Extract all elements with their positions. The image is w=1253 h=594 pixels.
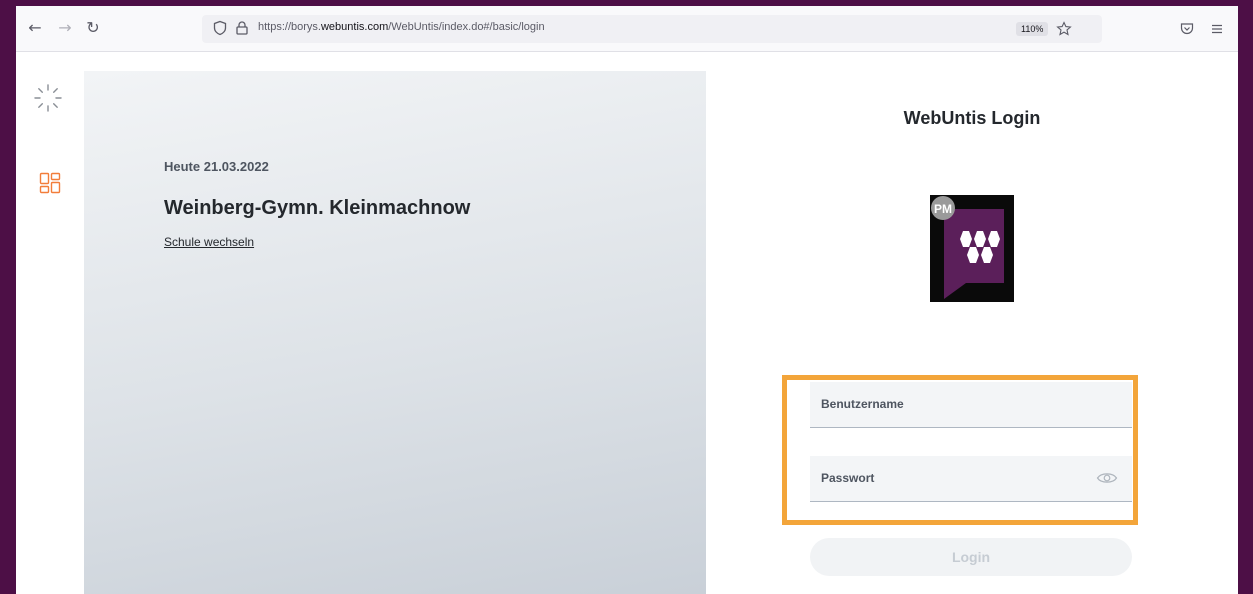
shield-icon[interactable]	[212, 20, 228, 36]
username-placeholder: Benutzername	[821, 397, 904, 411]
reload-icon[interactable]: ↻	[82, 17, 104, 39]
login-title: WebUntis Login	[903, 108, 1041, 128]
app-sidebar	[16, 52, 84, 594]
browser-toolbar: ← → ↻ https://borys.webuntis.com/WebUnti…	[16, 6, 1238, 52]
current-date: Heute 21.03.2022	[164, 159, 269, 174]
eye-icon[interactable]	[1096, 470, 1118, 486]
url-prefix: https://borys.	[258, 21, 321, 33]
url-bar[interactable]: https://borys.webuntis.com/WebUntis/inde…	[202, 15, 1102, 43]
password-field[interactable]: Passwort	[810, 456, 1132, 502]
pocket-icon[interactable]	[1180, 22, 1194, 36]
school-info-panel: Heute 21.03.2022 Weinberg-Gymn. Kleinmac…	[84, 71, 706, 594]
school-name: Weinberg-Gymn. Kleinmachnow	[164, 197, 471, 219]
url-path: /WebUntis/index.do#/basic/login	[388, 21, 545, 33]
school-logo: PM	[930, 195, 1014, 302]
zoom-indicator[interactable]: 110%	[1016, 22, 1049, 36]
login-button[interactable]: Login	[810, 538, 1132, 576]
star-icon[interactable]	[1056, 21, 1072, 37]
password-placeholder: Passwort	[821, 471, 875, 485]
browser-window: ← → ↻ https://borys.webuntis.com/WebUnti…	[16, 6, 1238, 594]
lock-icon[interactable]	[234, 20, 250, 36]
logo-badge-text: PM	[934, 202, 952, 216]
dashboard-icon[interactable]	[39, 172, 61, 194]
url-domain: webuntis.com	[320, 21, 389, 33]
switch-school-link[interactable]: Schule wechseln	[164, 235, 254, 249]
loading-spinner-icon	[34, 84, 62, 112]
forward-arrow-icon[interactable]: →	[54, 17, 76, 39]
username-field[interactable]: Benutzername	[810, 382, 1132, 428]
back-arrow-icon[interactable]: ←	[24, 17, 46, 39]
url-text[interactable]: https://borys.webuntis.com/WebUntis/inde…	[258, 21, 545, 33]
menu-icon[interactable]	[1210, 22, 1224, 36]
